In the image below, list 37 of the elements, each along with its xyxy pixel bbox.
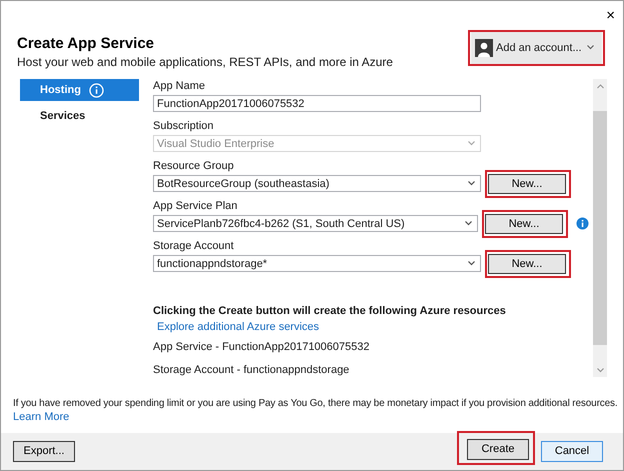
notice-text: If you have removed your spending limit or you are using Pay as You Go, there may be monetary impact if you provision additional resources. bbox=[13, 397, 618, 410]
close-button[interactable]: × bbox=[606, 8, 615, 23]
sidebar-tab[interactable]: Services bbox=[20, 105, 139, 128]
caret-icon bbox=[468, 141, 475, 146]
scroll-down-icon bbox=[596, 368, 604, 373]
summary-heading: Clicking the Create button will create the following Azure resources bbox=[153, 304, 506, 318]
dropdown-field[interactable]: functionappndstorage* bbox=[153, 255, 481, 272]
new-button[interactable]: New... bbox=[488, 174, 566, 194]
caret-icon bbox=[465, 221, 472, 226]
field-label: Resource Group bbox=[153, 159, 234, 174]
dropdown-field[interactable]: ServicePlanb726fbc4-b262 (S1, South Central US) bbox=[153, 215, 478, 232]
person-icon bbox=[475, 38, 493, 57]
field-label: Subscription bbox=[153, 119, 214, 134]
create-button[interactable]: Create bbox=[467, 438, 529, 460]
caret-icon bbox=[468, 261, 475, 266]
info-circle-icon bbox=[88, 82, 104, 98]
caret-icon bbox=[468, 181, 475, 186]
dialog-title: Create App Service bbox=[17, 34, 154, 53]
sidebar-tab[interactable]: Hosting bbox=[20, 79, 139, 102]
new-button[interactable]: New... bbox=[488, 254, 566, 274]
text-field[interactable]: FunctionApp20171006075532 bbox=[153, 95, 481, 112]
caret-icon bbox=[587, 45, 594, 50]
scroll-up-icon bbox=[596, 84, 604, 89]
field-label: Storage Account bbox=[153, 239, 234, 254]
dialog-subtitle: Host your web and mobile applications, REST APIs, and more in Azure bbox=[17, 54, 393, 70]
cancel-button[interactable]: Cancel bbox=[541, 440, 603, 462]
new-button[interactable]: New... bbox=[485, 214, 563, 234]
resource-line: App Service - FunctionApp20171006075532 bbox=[153, 340, 370, 354]
field-label: App Service Plan bbox=[153, 199, 238, 214]
scrollbar[interactable] bbox=[593, 79, 607, 378]
resource-line: Storage Account - functionappndstorage bbox=[153, 363, 350, 378]
field-label: App Name bbox=[153, 79, 205, 94]
explore-link[interactable]: Explore additional Azure services bbox=[157, 320, 320, 334]
account-button[interactable]: Add an account... bbox=[471, 32, 602, 64]
learn-more-link[interactable]: Learn More bbox=[13, 410, 70, 424]
export-button[interactable]: Export... bbox=[13, 440, 75, 462]
dropdown-field[interactable]: BotResourceGroup (southeastasia) bbox=[153, 175, 481, 192]
